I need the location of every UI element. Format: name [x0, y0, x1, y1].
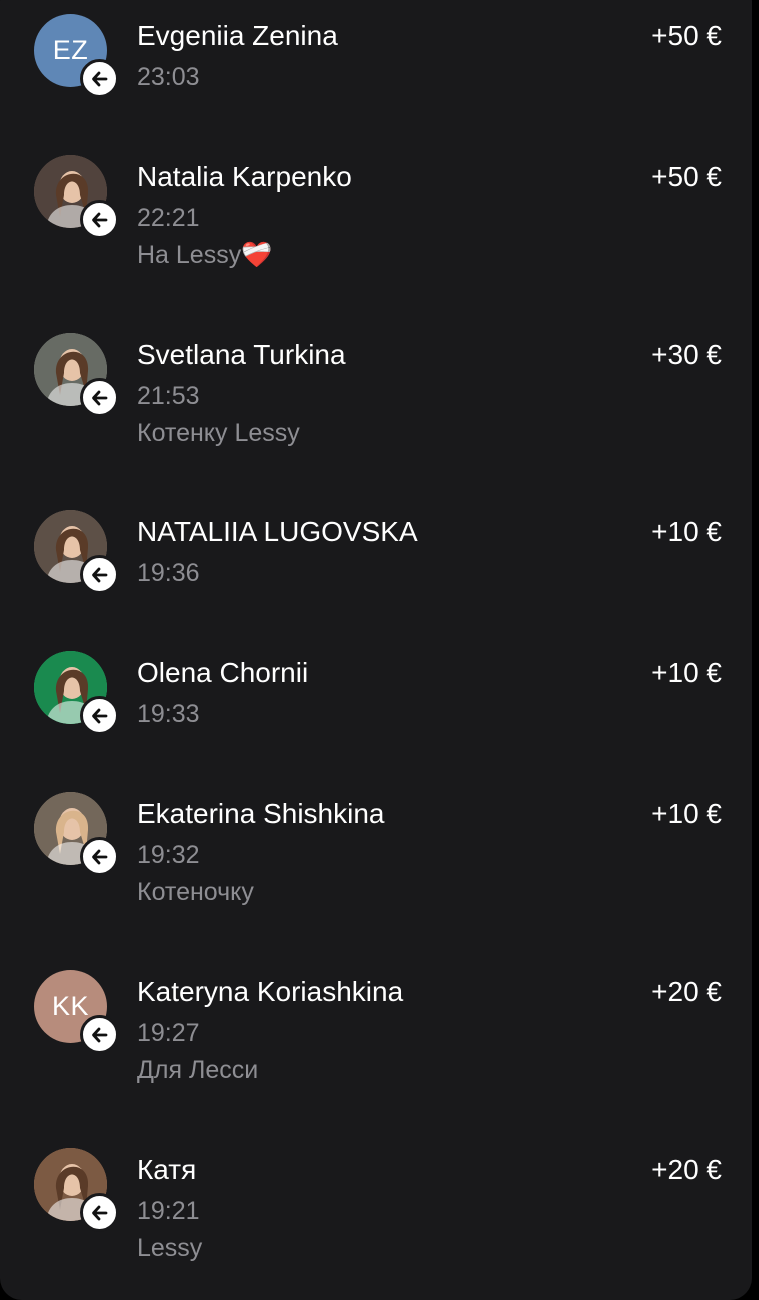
avatar-initials: EZ	[52, 35, 89, 65]
timestamp: 23:03	[137, 63, 200, 91]
amount: +30 €	[651, 339, 722, 370]
donation-comment: Котенку Lessy	[137, 419, 300, 447]
timestamp: 19:32	[137, 841, 200, 869]
sender-name: Svetlana Turkina	[137, 339, 346, 370]
timestamp: 19:27	[137, 1019, 200, 1047]
sender-name: Катя	[137, 1154, 197, 1185]
arrow-left-icon	[80, 696, 119, 735]
arrow-left-icon	[80, 837, 119, 876]
amount: +50 €	[651, 161, 722, 192]
arrow-left-icon	[80, 59, 119, 98]
donation-comment: Для Лесси	[137, 1056, 259, 1084]
timestamp: 21:53	[137, 382, 200, 410]
arrow-left-icon	[80, 1193, 119, 1232]
sender-name: Ekaterina Shishkina	[137, 798, 385, 829]
timestamp: 22:21	[137, 204, 200, 232]
sender-name: NATALIIA LUGOVSKA	[137, 516, 418, 547]
donation-comment: Lessy	[137, 1234, 203, 1262]
timestamp: 19:33	[137, 700, 200, 728]
amount: +10 €	[651, 657, 722, 688]
amount: +20 €	[651, 1154, 722, 1185]
sender-name: Natalia Karpenko	[137, 161, 352, 192]
arrow-left-icon	[80, 200, 119, 239]
amount: +10 €	[651, 798, 722, 829]
donation-comment: На Lessy❤️‍🩹	[137, 241, 273, 269]
arrow-left-icon	[80, 378, 119, 417]
amount: +20 €	[651, 976, 722, 1007]
timestamp: 19:36	[137, 559, 200, 587]
sender-name: Evgeniia Zenina	[137, 20, 338, 51]
timestamp: 19:21	[137, 1197, 200, 1225]
avatar-initials: KK	[51, 991, 90, 1021]
sender-name: Olena Chornii	[137, 657, 309, 688]
arrow-left-icon	[80, 1015, 119, 1054]
amount: +50 €	[651, 20, 722, 51]
arrow-left-icon	[80, 555, 119, 594]
sender-name: Kateryna Koriashkina	[137, 976, 404, 1007]
donation-comment: Котеночку	[137, 878, 254, 906]
transactions-panel	[0, 0, 752, 1300]
amount: +10 €	[651, 516, 722, 547]
